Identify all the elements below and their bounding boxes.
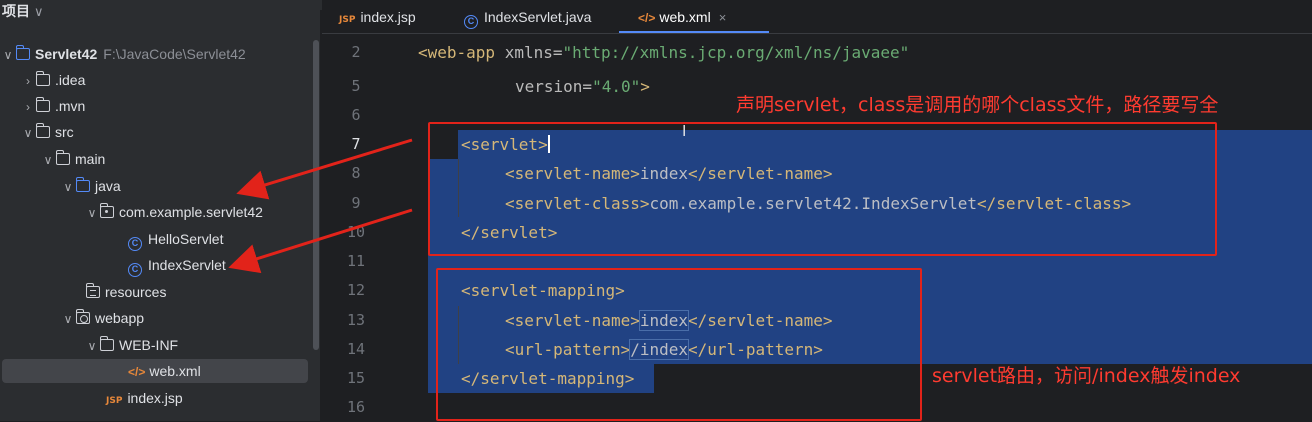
annotation-arrows (228, 138, 413, 274)
annotation-arrow-indexservlet (228, 208, 413, 274)
annotation-arrow-java (236, 138, 413, 200)
